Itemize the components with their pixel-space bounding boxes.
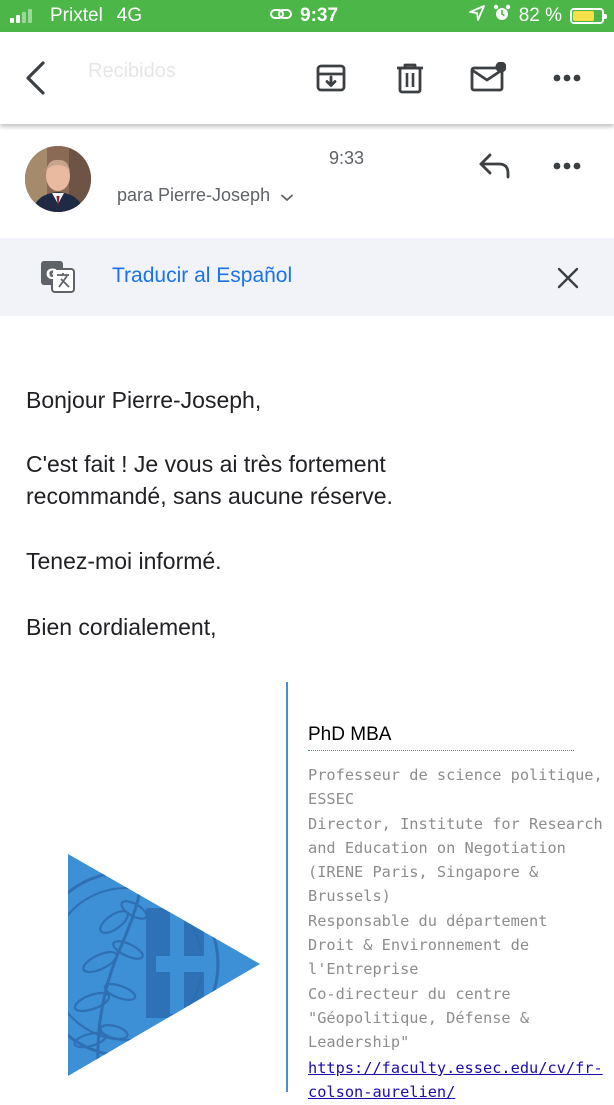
more-icon[interactable]: [547, 58, 587, 98]
signature-line: (IRENE Paris, Singapore &: [308, 863, 539, 882]
university-logo: [66, 852, 262, 1083]
signature-line: Leadership": [308, 1033, 410, 1052]
status-center: 9:37: [270, 0, 338, 32]
signature-title: PhD MBA: [308, 724, 574, 751]
battery-icon: [570, 8, 607, 24]
link-icon: [270, 5, 292, 27]
message-paragraph: C'est fait ! Je vous ai très fortement r…: [26, 451, 393, 509]
recipient-details[interactable]: para Pierre-Joseph: [117, 185, 294, 207]
faculty-link[interactable]: https://faculty.essec.edu/cv/fr- colson-…: [308, 1056, 603, 1105]
signature-line: "Géopolitique, Défense &: [308, 1008, 530, 1027]
back-label-ghost: Recibidos: [88, 60, 176, 82]
status-right: 82 %: [468, 0, 607, 32]
close-icon[interactable]: [552, 262, 584, 294]
signature-line: Responsable du département: [308, 911, 548, 930]
back-icon[interactable]: [16, 58, 56, 98]
signal-icon: [10, 9, 32, 23]
alarm-icon: [493, 4, 511, 28]
recipient-label: para Pierre-Joseph: [117, 185, 271, 205]
signature-details: Professeur de science politique, ESSEC Dir…: [308, 763, 603, 1055]
location-icon: [468, 5, 485, 27]
signature-line: and Education on Negotiation: [308, 838, 566, 857]
faculty-link-line1[interactable]: https://faculty.essec.edu/cv/fr-: [308, 1056, 603, 1080]
signature-line: Director, Institute for Research: [308, 814, 603, 833]
closing-text: Bien cordialement,: [26, 614, 217, 640]
svg-text:G: G: [46, 267, 58, 283]
signature-line: ESSEC: [308, 790, 355, 809]
archive-icon[interactable]: [311, 58, 351, 98]
signature-divider: [286, 682, 288, 1092]
message-time: 9:33: [329, 148, 365, 168]
message-more-icon[interactable]: [547, 148, 587, 184]
translate-banner: G Traducir al Español: [0, 238, 614, 316]
signature-line: Droit & Environnement de: [308, 936, 530, 955]
status-bar: Prixtel 4G 9:37 82 %: [0, 0, 614, 32]
signature-line: Brussels): [308, 887, 391, 906]
sender-avatar[interactable]: [25, 146, 91, 212]
signature-line: l'Entreprise: [308, 960, 419, 979]
faculty-link-line2[interactable]: colson-aurelien/: [308, 1080, 588, 1104]
battery-fill: [573, 11, 594, 21]
chevron-down-icon: [281, 186, 294, 207]
delete-icon[interactable]: [390, 58, 430, 98]
mark-unread-icon[interactable]: [468, 58, 508, 98]
network-type: 4G: [116, 5, 143, 26]
informed-text: Tenez-moi informé.: [26, 548, 222, 574]
signature-line: Co-directeur du centre: [308, 984, 511, 1003]
battery-percent: 82 %: [518, 5, 562, 26]
greeting-text: Bonjour Pierre-Joseph,: [26, 387, 262, 413]
toolbar: Recibidos: [0, 32, 614, 124]
signature-line: Professeur de science politique,: [308, 766, 603, 784]
translate-link[interactable]: Traducir al Español: [112, 264, 292, 288]
google-translate-icon: G: [40, 260, 76, 299]
status-time: 9:37: [300, 5, 339, 26]
status-left: Prixtel 4G: [10, 5, 142, 27]
reply-icon[interactable]: [475, 148, 515, 184]
carrier-name: Prixtel: [50, 5, 103, 26]
